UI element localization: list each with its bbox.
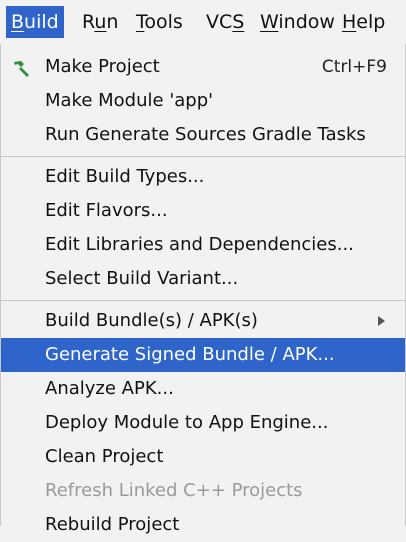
menu-help-mnemonic: H	[342, 11, 357, 33]
submenu-arrow-icon	[378, 316, 385, 326]
menu-item-rebuild-project[interactable]: Rebuild Project	[1, 508, 405, 542]
menu-item-deploy-module[interactable]: Deploy Module to App Engine...	[1, 406, 405, 440]
menu-item-label: Make Project	[45, 56, 160, 77]
menu-tools[interactable]: Tools	[136, 6, 183, 38]
menu-run-label-2: n	[106, 11, 119, 33]
menu-window[interactable]: Window	[260, 6, 335, 38]
menu-item-label: Make Module 'app'	[45, 90, 214, 111]
menu-vcs-label-1: VC	[206, 11, 233, 33]
menu-run[interactable]: Run	[82, 6, 118, 38]
menu-build-label-rest: uild	[24, 11, 59, 33]
menu-bar: Build Run Tools VCS Window Help	[0, 0, 406, 44]
menu-item-label: Build Bundle(s) / APK(s)	[45, 310, 258, 331]
hammer-icon	[14, 61, 29, 77]
menu-item-label: Generate Signed Bundle / APK...	[45, 344, 335, 365]
menu-item-label: Select Build Variant...	[45, 268, 239, 289]
menu-item-edit-build-types[interactable]: Edit Build Types...	[1, 160, 405, 194]
menu-item-label: Rebuild Project	[45, 514, 180, 535]
menu-run-label-1: R	[82, 11, 95, 33]
menu-tools-label-rest: ools	[144, 11, 183, 33]
menu-item-make-project[interactable]: Make Project Ctrl+F9	[1, 50, 405, 84]
menu-window-mnemonic: W	[260, 11, 279, 33]
menu-help[interactable]: Help	[342, 6, 385, 38]
menu-item-label: Refresh Linked C++ Projects	[45, 480, 303, 501]
menu-item-shortcut: Ctrl+F9	[321, 57, 387, 77]
menu-item-build-bundles[interactable]: Build Bundle(s) / APK(s)	[1, 304, 405, 338]
menu-help-label-rest: elp	[356, 11, 386, 33]
menu-window-label-rest: indow	[278, 11, 335, 33]
menu-item-run-generate-sources[interactable]: Run Generate Sources Gradle Tasks	[1, 118, 405, 152]
menu-separator	[1, 156, 405, 157]
menu-item-edit-libraries[interactable]: Edit Libraries and Dependencies...	[1, 228, 405, 262]
menu-item-label: Edit Flavors...	[45, 200, 168, 221]
menu-item-analyze-apk[interactable]: Analyze APK...	[1, 372, 405, 406]
menu-item-label: Clean Project	[45, 446, 164, 467]
menu-item-select-build-variant[interactable]: Select Build Variant...	[1, 262, 405, 296]
menu-item-label: Edit Libraries and Dependencies...	[45, 234, 354, 255]
menu-build-mnemonic: B	[11, 11, 25, 33]
menu-separator	[1, 300, 405, 301]
menu-vcs-mnemonic: S	[232, 11, 245, 33]
menu-item-edit-flavors[interactable]: Edit Flavors...	[1, 194, 405, 228]
menu-item-clean-project[interactable]: Clean Project	[1, 440, 405, 474]
menu-build[interactable]: Build	[6, 6, 64, 38]
build-menu-dropdown: Make Project Ctrl+F9 Make Module 'app' R…	[0, 44, 406, 535]
menu-item-refresh-linked-cpp: Refresh Linked C++ Projects	[1, 474, 405, 508]
menu-item-generate-signed-bundle[interactable]: Generate Signed Bundle / APK...	[1, 338, 405, 372]
menu-item-label: Edit Build Types...	[45, 166, 205, 187]
menu-vcs[interactable]: VCS	[206, 6, 244, 38]
menu-item-label: Deploy Module to App Engine...	[45, 412, 329, 433]
menu-item-label: Analyze APK...	[45, 378, 174, 399]
menu-item-make-module[interactable]: Make Module 'app'	[1, 84, 405, 118]
menu-item-label: Run Generate Sources Gradle Tasks	[45, 124, 366, 145]
menu-run-mnemonic: u	[94, 11, 107, 33]
